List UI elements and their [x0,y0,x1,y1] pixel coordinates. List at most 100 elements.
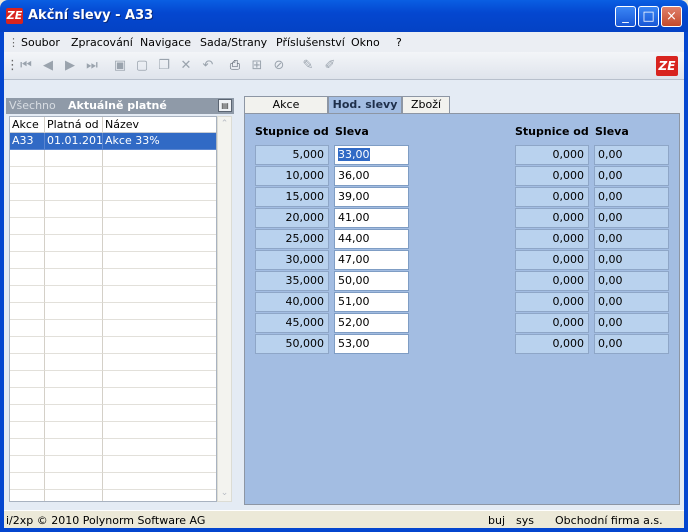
discount-field[interactable]: 33,00 [334,145,409,165]
range-from-field[interactable]: 0,000 [515,187,589,207]
delete-icon[interactable]: ✕ [178,58,194,74]
discount-field[interactable]: 0,00 [594,166,669,186]
cell-akce [10,490,45,501]
range-from-field[interactable]: 50,000 [255,334,329,354]
scroll-down-icon[interactable]: ⌄ [218,486,231,501]
discount-field[interactable]: 0,00 [594,187,669,207]
range-from-field[interactable]: 5,000 [255,145,329,165]
discount-field[interactable]: 0,00 [594,208,669,228]
range-from-field[interactable]: 20,000 [255,208,329,228]
maximize-button[interactable]: □ [638,6,659,27]
range-from-field[interactable]: 45,000 [255,313,329,333]
app-logo-icon[interactable]: ZE [6,8,23,24]
range-from-field-value: 0,000 [552,253,585,266]
discount-field[interactable]: 0,00 [594,250,669,270]
discount-field[interactable]: 53,00 [334,334,409,354]
discount-field[interactable]: 52,00 [334,313,409,333]
range-from-field[interactable]: 0,000 [515,166,589,186]
range-from-field-value: 0,000 [552,211,585,224]
discount-field[interactable]: 0,00 [594,271,669,291]
menu-zpracovani[interactable]: Zpracování [71,36,133,49]
filter-bar: Všechno Aktuálně platné ▤ [6,98,234,114]
discount-field[interactable]: 0,00 [594,229,669,249]
range-header-2: Stupnice od [515,125,589,138]
discount-field[interactable]: 0,00 [594,313,669,333]
discount-field-value: 41,00 [338,211,370,224]
range-from-field-value: 40,000 [285,295,325,308]
discount-field[interactable]: 51,00 [334,292,409,312]
range-from-field[interactable]: 0,000 [515,334,589,354]
next-record-icon[interactable]: ▶ [62,58,78,74]
undo-icon[interactable]: ↶ [200,58,216,74]
tree-icon[interactable]: ⊞ [249,58,265,74]
prev-record-icon[interactable]: ◀ [40,58,56,74]
minimize-button[interactable]: _ [615,6,636,27]
range-from-field[interactable]: 0,000 [515,229,589,249]
col-platna-od[interactable]: Platná od [45,117,103,134]
discount-field-value: 47,00 [338,253,370,266]
col-nazev[interactable]: Název [103,117,216,134]
tab-zbozi[interactable]: Zboží [402,96,450,114]
col-akce[interactable]: Akce [10,117,45,134]
discount-field-value: 0,00 [598,337,623,350]
discount-field[interactable]: 50,00 [334,271,409,291]
grid-menu-icon[interactable]: ▤ [218,99,232,112]
menu-okno[interactable]: Okno [351,36,380,49]
discount-field[interactable]: 0,00 [594,145,669,165]
cell-platna_od [45,150,103,167]
cell-akce: A33 [10,133,45,150]
filter-all-tab[interactable]: Všechno [9,99,56,112]
range-from-field[interactable]: 30,000 [255,250,329,270]
range-from-field[interactable]: 35,000 [255,271,329,291]
save-icon[interactable]: ▣ [112,58,128,74]
cell-platna_od [45,201,103,218]
discount-field[interactable]: 47,00 [334,250,409,270]
grid-scrollbar[interactable]: ⌃ ⌄ [217,116,232,502]
range-from-field-value: 0,000 [552,295,585,308]
new-icon[interactable]: ▢ [134,58,150,74]
close-button[interactable]: × [661,6,682,27]
menu-prislusenstvi[interactable]: Příslušenství [276,36,345,49]
range-from-field[interactable]: 40,000 [255,292,329,312]
range-from-field[interactable]: 0,000 [515,250,589,270]
discount-field-value: 0,00 [598,232,623,245]
edit-alt-icon[interactable]: ✐ [322,58,338,74]
cell-nazev [103,405,216,422]
cancel-icon[interactable]: ⊘ [271,58,287,74]
cell-nazev [103,439,216,456]
range-from-field[interactable]: 0,000 [515,145,589,165]
menu-sada-strany[interactable]: Sada/Strany [200,36,267,49]
menu-help[interactable]: ? [396,36,402,49]
discount-field[interactable]: 44,00 [334,229,409,249]
scroll-up-icon[interactable]: ⌃ [218,117,231,132]
menu-soubor[interactable]: Soubor [21,36,60,49]
copy-icon[interactable]: ❐ [156,58,172,74]
cell-nazev [103,286,216,303]
last-record-icon[interactable]: ⏭ [84,58,100,74]
first-record-icon[interactable]: ⏮ [18,58,34,74]
range-from-field-value: 30,000 [285,253,325,266]
tab-akce[interactable]: Akce [244,96,328,114]
range-from-field[interactable]: 0,000 [515,292,589,312]
range-from-field[interactable]: 25,000 [255,229,329,249]
cell-akce [10,235,45,252]
cell-platna_od [45,490,103,501]
cell-akce [10,320,45,337]
range-from-field[interactable]: 0,000 [515,271,589,291]
range-from-field[interactable]: 10,000 [255,166,329,186]
print-icon[interactable]: ⎙ [227,58,243,74]
cell-akce [10,473,45,490]
range-from-field[interactable]: 0,000 [515,313,589,333]
discount-field[interactable]: 36,00 [334,166,409,186]
discount-field[interactable]: 39,00 [334,187,409,207]
filter-current-tab[interactable]: Aktuálně platné [68,99,167,112]
discount-field[interactable]: 41,00 [334,208,409,228]
menu-navigace[interactable]: Navigace [140,36,191,49]
discount-field[interactable]: 0,00 [594,292,669,312]
range-from-field[interactable]: 0,000 [515,208,589,228]
cell-platna_od [45,252,103,269]
discount-field[interactable]: 0,00 [594,334,669,354]
edit-icon[interactable]: ✎ [300,58,316,74]
range-from-field[interactable]: 15,000 [255,187,329,207]
discount-levels-panel: Stupnice od Sleva Stupnice od Sleva 5,00… [244,113,680,505]
